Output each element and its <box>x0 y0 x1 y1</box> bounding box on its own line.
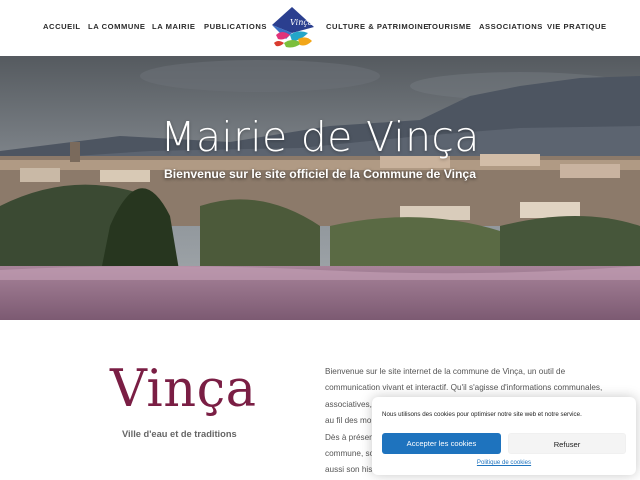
nav-item-vie-pratique[interactable]: VIE PRATIQUE <box>547 22 607 31</box>
top-navigation: ACCUEIL LA COMMUNE LA MAIRIE PUBLICATION… <box>0 0 640 56</box>
nav-item-accueil[interactable]: ACCUEIL <box>43 22 81 31</box>
refuse-cookies-button[interactable]: Refuser <box>508 433 626 454</box>
hero-title: Mairie de Vinça <box>160 113 480 161</box>
cookie-policy-link[interactable]: Politique de cookies <box>372 459 636 466</box>
brand-tagline: Ville d'eau et de traditions <box>122 429 237 439</box>
hero-banner: Mairie de Vinça Bienvenue sur le site of… <box>0 56 640 320</box>
nav-item-culture-patrimoine[interactable]: CULTURE & PATRIMOINE <box>326 22 429 31</box>
brand-name: Vinça <box>110 360 257 419</box>
nav-item-tourisme[interactable]: TOURISME <box>427 22 471 31</box>
hero-subtitle: Bienvenue sur le site officiel de la Com… <box>163 167 476 181</box>
intro-line: Bienvenue sur le site internet de la com… <box>325 367 566 376</box>
logo-text: Vinça <box>290 18 313 27</box>
accept-cookies-button[interactable]: Accepter les cookies <box>382 433 501 454</box>
nav-item-publications[interactable]: PUBLICATIONS <box>204 22 267 31</box>
cookie-consent-banner: Nous utilisons des cookies pour optimise… <box>372 397 636 475</box>
nav-item-la-mairie[interactable]: LA MAIRIE <box>152 22 195 31</box>
nav-item-la-commune[interactable]: LA COMMUNE <box>88 22 146 31</box>
village-landscape-image <box>0 56 640 320</box>
intro-line: communication vivant et interactif. Qu'i… <box>325 383 603 393</box>
cookie-message: Nous utilisons des cookies pour optimise… <box>382 411 582 418</box>
nav-item-associations[interactable]: ASSOCIATIONS <box>479 22 543 31</box>
vinca-logo[interactable]: Vinça <box>268 5 316 53</box>
